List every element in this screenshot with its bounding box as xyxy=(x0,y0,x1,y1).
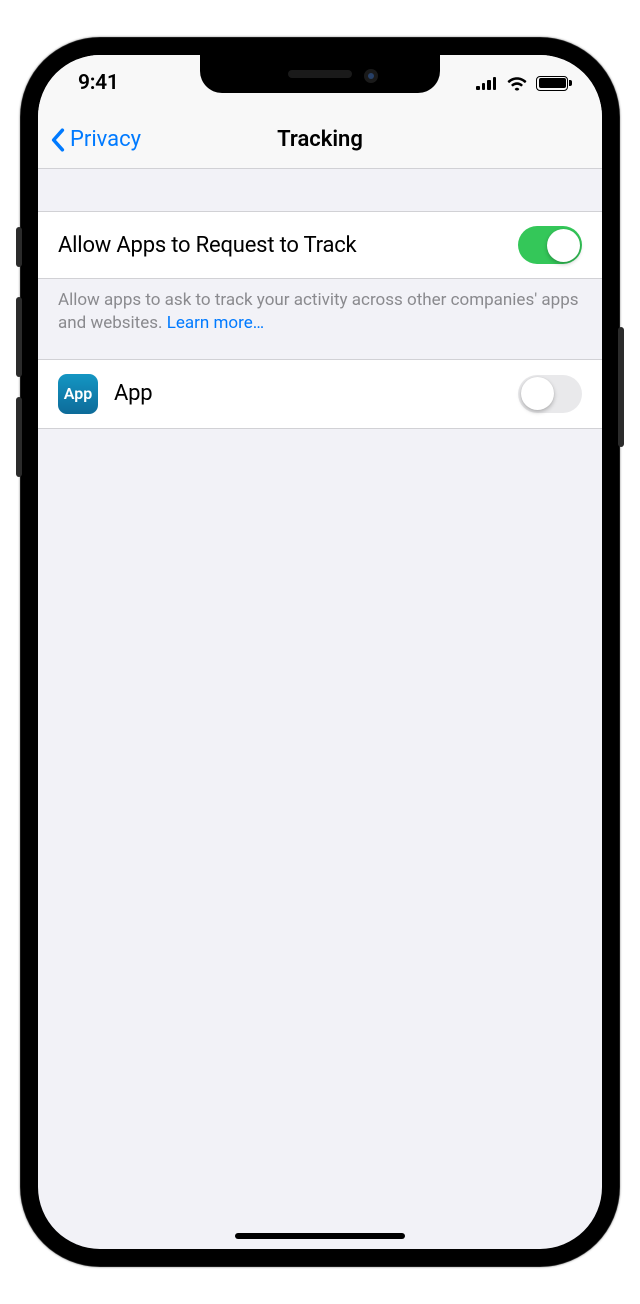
app-name-label: App xyxy=(114,381,152,406)
toggle-knob xyxy=(521,377,554,410)
volume-down-button xyxy=(16,397,22,477)
allow-tracking-description: Allow apps to ask to track your activity… xyxy=(38,279,602,359)
home-indicator[interactable] xyxy=(235,1233,405,1239)
speaker xyxy=(288,70,352,78)
front-camera xyxy=(364,69,378,83)
learn-more-link[interactable]: Learn more… xyxy=(167,313,264,333)
allow-tracking-toggle[interactable] xyxy=(518,226,582,264)
back-label: Privacy xyxy=(70,127,141,152)
mute-switch xyxy=(16,227,22,267)
back-button[interactable]: Privacy xyxy=(50,127,141,152)
screen: 9:41 Privacy Tracking Allow Apps to Requ… xyxy=(38,55,602,1249)
app-tracking-toggle[interactable] xyxy=(518,375,582,413)
content: Allow Apps to Request to Track Allow app… xyxy=(38,169,602,429)
app-tracking-cell: App App xyxy=(38,359,602,429)
cellular-icon xyxy=(476,76,498,90)
status-icons xyxy=(476,75,568,91)
battery-icon xyxy=(536,76,568,91)
chevron-left-icon xyxy=(50,128,66,152)
description-text: Allow apps to ask to track your activity… xyxy=(58,290,579,333)
allow-tracking-label: Allow Apps to Request to Track xyxy=(58,233,357,258)
wifi-icon xyxy=(506,75,528,91)
volume-up-button xyxy=(16,297,22,377)
power-button xyxy=(618,327,624,447)
notch xyxy=(200,55,440,93)
status-time: 9:41 xyxy=(78,71,119,95)
app-icon: App xyxy=(58,374,98,414)
allow-tracking-cell: Allow Apps to Request to Track xyxy=(38,211,602,279)
toggle-knob xyxy=(547,229,580,262)
nav-bar: Privacy Tracking xyxy=(38,111,602,169)
phone-frame: 9:41 Privacy Tracking Allow Apps to Requ… xyxy=(20,37,620,1267)
